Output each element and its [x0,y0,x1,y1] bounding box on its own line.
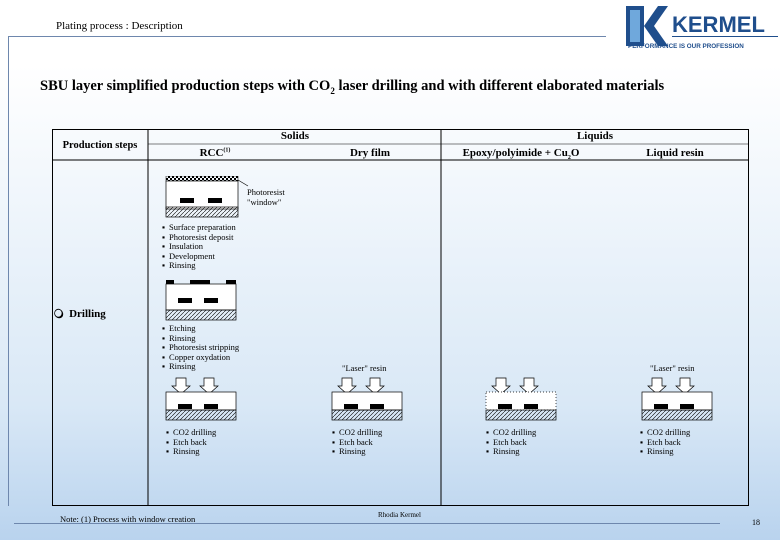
drilling-label: 🔾 Drilling [54,308,106,320]
drill-diagram-epoxy [485,377,557,421]
laser-resin-label-dry: "Laser" resin [342,363,387,373]
page-number: 18 [752,518,760,527]
list-item: Rinsing [640,447,690,457]
kermel-logo: KERMEL PERFORMANCE IS OUR PROFESSION [626,6,778,50]
list-item: Rinsing [332,447,382,457]
drill-steps-epoxy: CO2 drilling Etch back Rinsing [486,427,536,457]
drill-diagram-rcc [165,377,237,421]
drill-diagram-liquid-resin [641,377,713,421]
production-steps-header: Production steps [62,140,138,151]
dry-film-header: Dry film [349,147,390,159]
list-item: Rinsing [486,447,536,457]
etch-steps-list: Etching Rinsing Photoresist stripping Co… [162,323,239,372]
liquids-header: Liquids [576,130,614,142]
main-title: SBU layer simplified production steps wi… [40,78,665,96]
drill-steps-liquid-resin: CO2 drilling Etch back Rinsing [640,427,690,457]
list-item: Rinsing [162,362,239,372]
prep-steps-list: Surface preparation Photoresist deposit … [162,222,236,271]
rcc-header: RCC(1) [199,147,231,159]
liquid-resin-header: Liquid resin [646,147,704,159]
company-name: Rhodia Kermel [378,511,421,519]
logo-text: KERMEL [672,12,765,37]
list-item: Rinsing [162,261,236,271]
solids-header: Solids [280,130,310,142]
drill-steps-rcc: CO2 drilling Etch back Rinsing [166,427,216,457]
epoxy-header: Epoxy/polyimide + Cu2O [462,147,580,162]
drill-diagram-dry-film [331,377,403,421]
header-title: Plating process : Description [56,20,183,32]
list-item: Rinsing [166,447,216,457]
header-rule [8,36,606,37]
laser-resin-label-liquid: "Laser" resin [650,363,695,373]
window-diagram [165,280,237,321]
logo-tagline: PERFORMANCE IS OUR PROFESSION [628,43,744,50]
photoresist-label: Photoresist "window" [247,187,285,207]
left-rule [8,36,9,506]
footer-rule [14,523,720,524]
drill-steps-dry-film: CO2 drilling Etch back Rinsing [332,427,382,457]
